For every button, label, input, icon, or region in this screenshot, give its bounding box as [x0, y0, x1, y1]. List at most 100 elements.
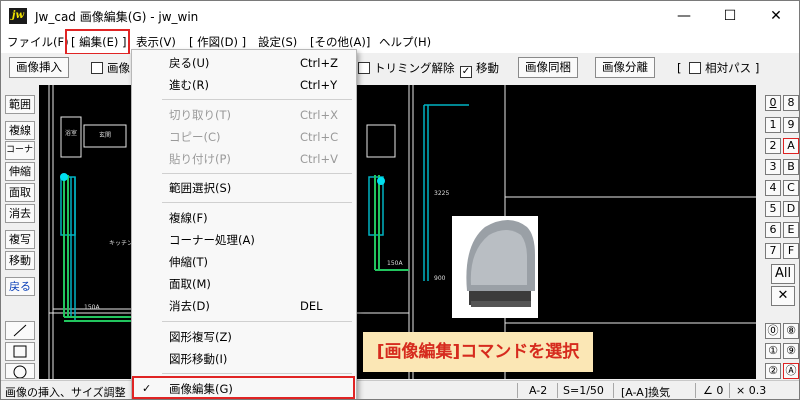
- tool-copy[interactable]: 複写: [5, 230, 35, 249]
- layer-group-0[interactable]: 0: [765, 95, 781, 111]
- menu-item-chamfer[interactable]: 面取(M): [132, 273, 356, 295]
- layer-4[interactable]: 4: [765, 180, 781, 196]
- group-1[interactable]: ①: [765, 343, 781, 359]
- inserted-image-vent-cap[interactable]: [452, 216, 538, 318]
- image-split-button[interactable]: 画像分離: [595, 57, 655, 78]
- line-tool-button[interactable]: [5, 321, 35, 340]
- layer-a-selected[interactable]: A: [783, 138, 799, 154]
- window-title: Jw_cad 画像編集(G) - jw_win: [35, 10, 199, 24]
- group-8[interactable]: ⑧: [783, 323, 799, 339]
- menu-item-label: 伸縮(T): [169, 255, 208, 269]
- layer-5[interactable]: 5: [765, 201, 781, 217]
- group-a-selected[interactable]: Ⓐ: [783, 363, 799, 379]
- edit-menu-dropdown: 戻る(U) Ctrl+Z 進む(R) Ctrl+Y 切り取り(T) Ctrl+X…: [131, 49, 357, 399]
- dimension-label: 900: [434, 275, 446, 282]
- circle-tool-button[interactable]: [5, 363, 35, 379]
- tool-move[interactable]: 移動: [5, 251, 35, 270]
- minimize-button[interactable]: —: [661, 1, 707, 31]
- menu-item-cut: 切り取り(T) Ctrl+X: [132, 104, 356, 126]
- menu-item-erase[interactable]: 消去(D) DEL: [132, 295, 356, 317]
- tool-parallel-line[interactable]: 複線: [5, 121, 35, 140]
- menu-item-label: 面取(M): [169, 277, 211, 291]
- tool-erase[interactable]: 消去: [5, 204, 35, 223]
- menu-item-undo[interactable]: 戻る(U) Ctrl+Z: [132, 52, 356, 74]
- layer-c[interactable]: C: [783, 180, 799, 196]
- maximize-button[interactable]: ☐: [707, 1, 753, 31]
- status-layer-name[interactable]: [A-A]換気: [621, 384, 670, 399]
- status-layer[interactable]: A-2: [529, 384, 547, 397]
- menu-item-redo[interactable]: 進む(R) Ctrl+Y: [132, 74, 356, 96]
- image-checkbox[interactable]: 画像: [91, 60, 130, 76]
- trim-cancel-checkbox[interactable]: トリミング解除: [358, 60, 455, 76]
- line-icon: [13, 324, 27, 337]
- menu-item-corner[interactable]: コーナー処理(A): [132, 229, 356, 251]
- layer-b[interactable]: B: [783, 159, 799, 175]
- layer-e[interactable]: E: [783, 222, 799, 238]
- menu-item-figure-move[interactable]: 図形移動(I): [132, 348, 356, 370]
- menu-help[interactable]: ヘルプ(H): [379, 34, 431, 50]
- relative-path-checkbox[interactable]: [ 相対パス ]: [677, 60, 759, 76]
- tool-stretch[interactable]: 伸縮: [5, 162, 35, 181]
- status-angle[interactable]: ∠ 0: [703, 384, 723, 397]
- menu-item-range-select[interactable]: 範囲選択(S): [132, 177, 356, 199]
- app-window: jw Jw_cad 画像編集(G) - jw_win — ☐ ✕ ファイル(F)…: [0, 0, 800, 400]
- menu-item-stretch[interactable]: 伸縮(T): [132, 251, 356, 273]
- menu-item-shortcut: Ctrl+C: [300, 130, 339, 144]
- status-message: 画像の挿入、サイズ調整: [5, 386, 126, 399]
- checkbox-box[interactable]: [689, 62, 702, 74]
- status-divider: [557, 383, 558, 398]
- menu-item-shortcut: DEL: [300, 299, 323, 313]
- layer-cross-button[interactable]: ✕: [771, 286, 795, 306]
- status-scale[interactable]: S=1/50: [563, 384, 604, 397]
- layer-6[interactable]: 6: [765, 222, 781, 238]
- menu-item-shortcut: Ctrl+Y: [300, 78, 338, 92]
- layer-1[interactable]: 1: [765, 117, 781, 133]
- layer-3[interactable]: 3: [765, 159, 781, 175]
- room-label-entrance: 玄関: [99, 131, 111, 139]
- menu-other[interactable]: [その他(A)]: [310, 34, 370, 50]
- menu-item-label: 貼り付け(P): [169, 152, 231, 166]
- group-9[interactable]: ⑨: [783, 343, 799, 359]
- layer-7[interactable]: 7: [765, 243, 781, 259]
- menu-item-shortcut: Ctrl+X: [300, 108, 338, 122]
- menu-separator: [162, 202, 352, 203]
- checkmark-icon[interactable]: ✓: [460, 66, 472, 78]
- status-multiplier[interactable]: × 0.3: [736, 384, 766, 397]
- group-2[interactable]: ②: [765, 363, 781, 379]
- layer-f[interactable]: F: [783, 243, 799, 259]
- rectangle-icon: [13, 345, 27, 358]
- status-bar: 画像の挿入、サイズ調整 A-2 S=1/50 [A-A]換気 ∠ 0 × 0.3: [1, 380, 799, 399]
- image-sync-button[interactable]: 画像同梱: [518, 57, 578, 78]
- layer-2[interactable]: 2: [765, 138, 781, 154]
- tool-corner[interactable]: コーナー: [5, 141, 35, 160]
- status-divider: [695, 383, 696, 398]
- duct-size-label: 150A: [84, 304, 100, 311]
- menu-view[interactable]: 表示(V): [136, 34, 176, 50]
- checkbox-box[interactable]: [91, 62, 103, 74]
- status-divider: [729, 383, 730, 398]
- move-label: 移動: [476, 61, 499, 75]
- move-checkbox[interactable]: ✓ 移動: [460, 60, 499, 78]
- layer-all-button[interactable]: All: [771, 264, 795, 284]
- tool-undo[interactable]: 戻る: [5, 277, 35, 296]
- layer-9[interactable]: 9: [783, 117, 799, 133]
- edit-menu-highlight: [65, 29, 130, 55]
- menu-draw[interactable]: [ 作図(D) ]: [189, 34, 246, 50]
- image-edit-toolbar: 画像挿入 画像 トリミング解除 ✓ 移動 画像同梱 画像分離 [ 相対パス ]: [1, 54, 799, 83]
- tool-chamfer[interactable]: 面取: [5, 183, 35, 202]
- relative-path-label: 相対パス: [705, 61, 752, 75]
- menu-settings[interactable]: 設定(S): [258, 34, 297, 50]
- layer-d[interactable]: D: [783, 201, 799, 217]
- group-0[interactable]: ⓪: [765, 323, 781, 339]
- close-button[interactable]: ✕: [753, 1, 799, 31]
- insert-image-button[interactable]: 画像挿入: [9, 57, 69, 78]
- menu-item-figure-copy[interactable]: 図形複写(Z): [132, 326, 356, 348]
- checkbox-box[interactable]: [358, 62, 370, 74]
- menu-item-label: 消去(D): [169, 299, 210, 313]
- menu-file[interactable]: ファイル(F): [7, 34, 69, 50]
- menu-item-parallel-line[interactable]: 複線(F): [132, 207, 356, 229]
- menu-item-label: 複線(F): [169, 211, 208, 225]
- layer-group-8[interactable]: 8: [783, 95, 799, 111]
- rectangle-tool-button[interactable]: [5, 342, 35, 361]
- tool-range[interactable]: 範囲: [5, 95, 35, 114]
